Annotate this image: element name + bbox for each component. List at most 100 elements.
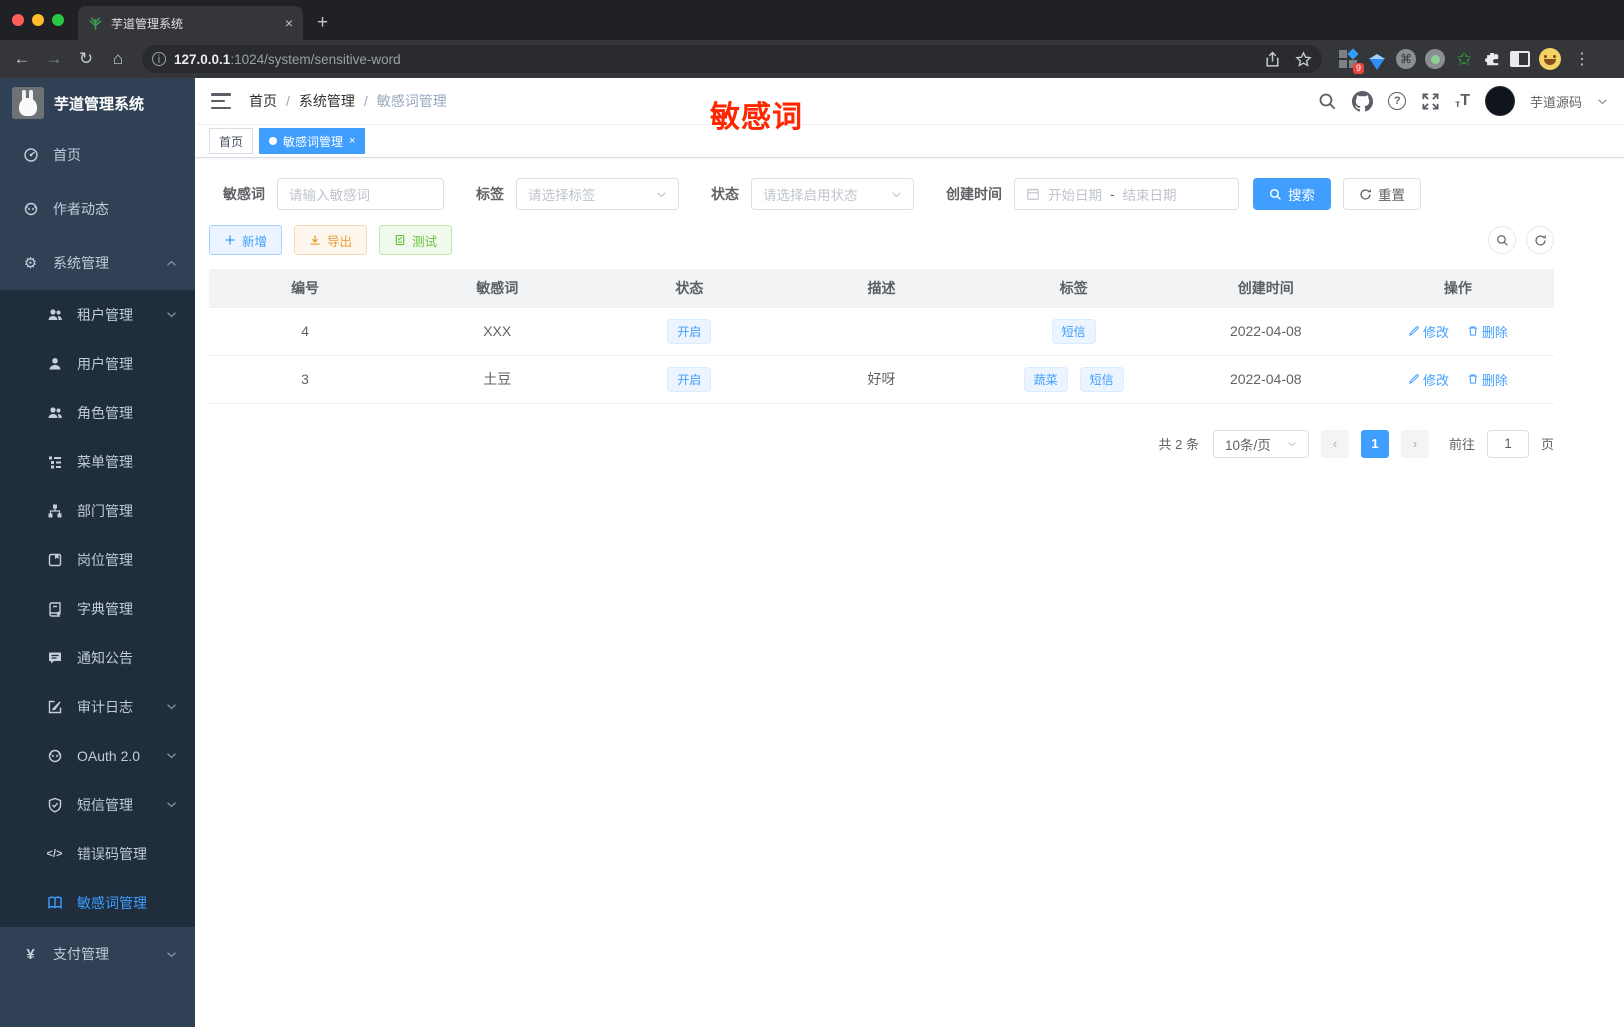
show-search-icon-button[interactable] bbox=[1488, 226, 1516, 254]
add-button[interactable]: 新增 bbox=[209, 225, 283, 255]
col-word: 敏感词 bbox=[401, 269, 594, 307]
split-view-icon[interactable] bbox=[1510, 51, 1530, 67]
breadcrumb-home[interactable]: 首页 bbox=[249, 91, 277, 111]
refresh-table-button[interactable] bbox=[1526, 226, 1554, 254]
edit-link[interactable]: 修改 bbox=[1408, 370, 1449, 389]
user-avatar[interactable] bbox=[1484, 86, 1515, 116]
sidebar-item-menu[interactable]: 菜单管理 bbox=[0, 437, 195, 486]
star-extension-icon[interactable]: ✩ bbox=[1454, 49, 1474, 69]
trash-icon bbox=[1468, 374, 1477, 384]
tampermonkey-extension-icon[interactable]: 9 bbox=[1338, 48, 1364, 74]
help-icon[interactable]: ? bbox=[1388, 92, 1407, 110]
delete-link[interactable]: 删除 bbox=[1467, 370, 1508, 389]
edit-link[interactable]: 修改 bbox=[1408, 322, 1449, 341]
table-toolbar: 新增 导出 测试 bbox=[209, 225, 1554, 255]
profile-avatar-icon[interactable] bbox=[1539, 48, 1561, 70]
fullscreen-icon[interactable] bbox=[1421, 92, 1440, 111]
breadcrumb-system[interactable]: 系统管理 bbox=[299, 91, 355, 111]
user-menu-caret-icon[interactable] bbox=[1597, 98, 1608, 105]
home-icon[interactable]: ⌂ bbox=[104, 45, 132, 73]
sidebar-item-role[interactable]: 角色管理 bbox=[0, 388, 195, 437]
page-number-1[interactable]: 1 bbox=[1360, 429, 1389, 458]
main-area: 首页 / 系统管理 / 敏感词管理 敏感词 ? тT 芋道源码 首页 敏感词管理… bbox=[195, 78, 1624, 1027]
browser-menu-icon[interactable]: ⋮ bbox=[1570, 49, 1594, 69]
sidebar-item-dict[interactable]: 字典管理 bbox=[0, 584, 195, 633]
pagination-total: 共 2 条 bbox=[1158, 437, 1199, 452]
browser-tab-title: 芋道管理系统 bbox=[111, 16, 184, 31]
sidebar: 芋道管理系统 首页 作者动态 ⚙ 系统管理 租户管理 用户管理 角色管理 菜单管… bbox=[0, 78, 195, 1027]
sidebar-item-author-news[interactable]: 作者动态 bbox=[0, 182, 195, 236]
date-label: 创建时间 bbox=[946, 186, 1002, 202]
goto-page-input[interactable]: 1 bbox=[1486, 429, 1529, 458]
status-select[interactable]: 请选择启用状态 bbox=[751, 178, 914, 210]
puzzle-extensions-icon[interactable] bbox=[1483, 50, 1501, 68]
prev-page-button[interactable]: ‹ bbox=[1320, 429, 1349, 458]
audit-edit-icon bbox=[46, 698, 63, 715]
forward-icon[interactable]: → bbox=[40, 45, 68, 73]
sidebar-item-user[interactable]: 用户管理 bbox=[0, 339, 195, 388]
sidebar-item-home[interactable]: 首页 bbox=[0, 128, 195, 182]
sidebar-item-system[interactable]: ⚙ 系统管理 bbox=[0, 236, 195, 290]
sidebar-item-sensitive-word[interactable]: 敏感词管理 bbox=[0, 878, 195, 927]
refresh-icon bbox=[1360, 188, 1371, 200]
new-tab-button[interactable]: + bbox=[303, 12, 342, 40]
tag-close-icon[interactable]: × bbox=[349, 135, 355, 147]
sidebar-item-post[interactable]: 岗位管理 bbox=[0, 535, 195, 584]
gem-extension-icon[interactable] bbox=[1367, 49, 1387, 70]
app-title: 芋道管理系统 bbox=[54, 95, 145, 113]
window-minimize-button[interactable] bbox=[32, 14, 44, 26]
status-badge: 开启 bbox=[667, 366, 712, 392]
tag-sensitive-word[interactable]: 敏感词管理 × bbox=[259, 128, 366, 154]
sidebar-item-sms[interactable]: 短信管理 bbox=[0, 780, 195, 829]
window-zoom-button[interactable] bbox=[52, 14, 64, 26]
keyword-input[interactable]: 请输入敏感词 bbox=[277, 178, 444, 210]
col-status: 状态 bbox=[593, 269, 786, 307]
bookmark-star-icon[interactable] bbox=[1295, 50, 1312, 68]
sidebar-item-pay[interactable]: ¥ 支付管理 bbox=[0, 927, 195, 981]
share-icon[interactable] bbox=[1264, 51, 1281, 68]
address-bar[interactable]: i 127.0.0.1:1024/system/sensitive-word bbox=[142, 45, 1322, 73]
chevron-down-icon bbox=[166, 703, 177, 710]
tab-close-icon[interactable]: × bbox=[285, 15, 293, 31]
sidebar-item-audit-log[interactable]: 审计日志 bbox=[0, 682, 195, 731]
recorder-extension-icon[interactable] bbox=[1425, 49, 1445, 69]
font-size-icon[interactable]: тT bbox=[1455, 92, 1470, 110]
notice-bubble-icon bbox=[46, 649, 63, 666]
search-icon bbox=[1269, 188, 1281, 200]
page-size-select[interactable]: 10条/页 bbox=[1212, 429, 1309, 458]
tag-badge: 短信 bbox=[1079, 366, 1124, 392]
chevron-down-icon bbox=[1287, 441, 1297, 447]
command-extension-icon[interactable]: ⌘ bbox=[1396, 49, 1416, 69]
search-button[interactable]: 搜索 bbox=[1253, 178, 1331, 210]
tag-home[interactable]: 首页 bbox=[209, 128, 254, 154]
reload-icon[interactable]: ↻ bbox=[72, 45, 100, 73]
delete-link[interactable]: 删除 bbox=[1467, 322, 1508, 341]
sidebar-collapse-icon[interactable] bbox=[211, 93, 231, 109]
date-range-input[interactable]: 开始日期 - 结束日期 bbox=[1014, 178, 1239, 210]
github-icon[interactable] bbox=[1352, 90, 1374, 112]
next-page-button[interactable]: › bbox=[1400, 429, 1429, 458]
sidebar-item-tenant[interactable]: 租户管理 bbox=[0, 290, 195, 339]
leaf-favicon bbox=[89, 17, 102, 30]
reset-button[interactable]: 重置 bbox=[1343, 178, 1421, 210]
back-icon[interactable]: ← bbox=[8, 45, 36, 73]
search-icon[interactable] bbox=[1318, 92, 1337, 111]
browser-tab[interactable]: 芋道管理系统 × bbox=[78, 6, 303, 40]
date-end-placeholder: 结束日期 bbox=[1122, 188, 1177, 203]
site-info-icon[interactable]: i bbox=[152, 52, 166, 66]
sensitive-word-table: 编号 敏感词 状态 描述 标签 创建时间 操作 4 XXX 开启 短信 2022… bbox=[209, 269, 1554, 404]
sidebar-item-notice[interactable]: 通知公告 bbox=[0, 633, 195, 682]
sidebar-item-oauth[interactable]: OAuth 2.0 bbox=[0, 731, 195, 780]
sidebar-item-error-code[interactable]: </> 错误码管理 bbox=[0, 829, 195, 878]
window-close-button[interactable] bbox=[12, 14, 24, 26]
export-button[interactable]: 导出 bbox=[294, 225, 368, 255]
tag-badge: 蔬菜 bbox=[1023, 366, 1068, 392]
sidebar-item-dept[interactable]: 部门管理 bbox=[0, 486, 195, 535]
table-header-row: 编号 敏感词 状态 描述 标签 创建时间 操作 bbox=[209, 269, 1554, 307]
tag-select[interactable]: 请选择标签 bbox=[516, 178, 679, 210]
browser-tabstrip: 芋道管理系统 × + bbox=[0, 0, 1624, 40]
sidebar-logo[interactable]: 芋道管理系统 bbox=[0, 78, 195, 128]
test-button[interactable]: 测试 bbox=[379, 225, 453, 255]
active-dot-icon bbox=[269, 137, 278, 145]
plus-icon bbox=[225, 235, 235, 245]
